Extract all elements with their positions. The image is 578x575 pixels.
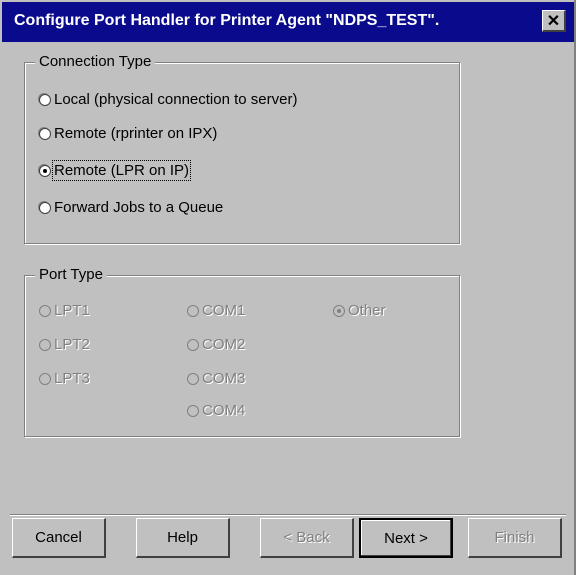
radio-com1-label: COM1	[202, 302, 246, 319]
radio-other-indicator[interactable]	[333, 304, 345, 317]
help-button[interactable]: Help	[136, 518, 230, 558]
radio-lpt2-label: LPT2	[54, 336, 90, 353]
port-type-legend: Port Type	[35, 266, 107, 283]
radio-com1[interactable]: COM1	[187, 302, 245, 319]
radio-local[interactable]: Local (physical connection to server)	[39, 91, 297, 108]
radio-forward-queue-label: Forward Jobs to a Queue	[54, 199, 224, 216]
button-separator	[10, 514, 566, 516]
radio-forward-queue-indicator[interactable]	[39, 201, 51, 214]
cancel-button-label: Cancel	[35, 529, 82, 546]
radio-com1-indicator[interactable]	[187, 304, 199, 317]
radio-remote-ipx-label: Remote (rprinter on IPX)	[54, 125, 218, 142]
help-button-label: Help	[167, 529, 198, 546]
radio-lpt1-label: LPT1	[54, 302, 90, 319]
radio-remote-lpr-label: Remote (LPR on IP)	[51, 160, 192, 181]
radio-local-label: Local (physical connection to server)	[54, 91, 298, 108]
title-bar[interactable]: Configure Port Handler for Printer Agent…	[2, 2, 574, 42]
radio-forward-jobs-queue[interactable]: Forward Jobs to a Queue	[39, 199, 223, 216]
close-button[interactable]: ✕	[542, 10, 566, 32]
radio-lpt3-label: LPT3	[54, 370, 90, 387]
port-type-group: Port Type LPT1 LPT2 LPT3 COM1 COM2 COM3 …	[24, 266, 460, 437]
back-button[interactable]: < Back	[260, 518, 354, 558]
radio-remote-ipx-indicator[interactable]	[39, 127, 51, 140]
radio-com4-label: COM4	[202, 402, 246, 419]
finish-button-label: Finish	[494, 529, 535, 546]
window-title: Configure Port Handler for Printer Agent…	[14, 12, 440, 29]
connection-type-legend: Connection Type	[35, 53, 156, 70]
radio-remote-lpr-ip[interactable]: Remote (LPR on IP)	[39, 160, 192, 181]
cancel-button[interactable]: Cancel	[12, 518, 106, 558]
radio-lpt2[interactable]: LPT2	[39, 336, 90, 353]
radio-lpt3-indicator[interactable]	[39, 372, 51, 385]
next-button[interactable]: Next >	[359, 518, 453, 558]
radio-lpt1-indicator[interactable]	[39, 304, 51, 317]
back-button-label: < Back	[283, 529, 330, 546]
radio-local-indicator[interactable]	[39, 93, 51, 106]
radio-lpt3[interactable]: LPT3	[39, 370, 90, 387]
radio-com3-label: COM3	[202, 370, 246, 387]
radio-lpt2-indicator[interactable]	[39, 338, 51, 351]
radio-com3[interactable]: COM3	[187, 370, 245, 387]
radio-com3-indicator[interactable]	[187, 372, 199, 385]
close-icon: ✕	[546, 13, 561, 30]
radio-other[interactable]: Other	[333, 302, 386, 319]
radio-com4-indicator[interactable]	[187, 404, 199, 417]
radio-com4[interactable]: COM4	[187, 402, 245, 419]
radio-com2-label: COM2	[202, 336, 246, 353]
radio-remote-rprinter-ipx[interactable]: Remote (rprinter on IPX)	[39, 125, 217, 142]
finish-button[interactable]: Finish	[468, 518, 562, 558]
radio-com2-indicator[interactable]	[187, 338, 199, 351]
connection-type-group: Connection Type Local (physical connecti…	[24, 53, 460, 244]
radio-lpt1[interactable]: LPT1	[39, 302, 90, 319]
next-button-label: Next >	[384, 530, 428, 547]
radio-com2[interactable]: COM2	[187, 336, 245, 353]
radio-remote-lpr-indicator[interactable]	[39, 164, 51, 177]
configure-port-handler-dialog: Configure Port Handler for Printer Agent…	[0, 0, 576, 575]
radio-other-label: Other	[348, 302, 386, 319]
